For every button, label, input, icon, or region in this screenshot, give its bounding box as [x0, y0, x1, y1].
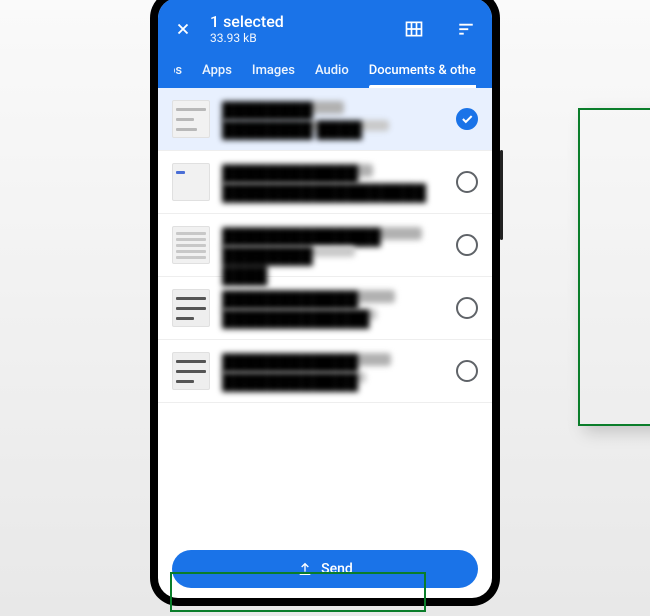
app-header: 1 selected 33.93 kB os Apps: [158, 0, 492, 88]
sort-icon[interactable]: [456, 19, 476, 39]
file-thumbnail: [172, 100, 210, 138]
file-name: ████████: [222, 101, 344, 114]
file-thumbnail: [172, 289, 210, 327]
tab-apps[interactable]: Apps: [202, 63, 232, 88]
annotation-highlight-checkboxes: [578, 108, 650, 426]
file-thumbnail: [172, 163, 210, 201]
upload-icon: [297, 561, 313, 577]
tab-documents[interactable]: Documents & other: [369, 63, 476, 88]
list-item[interactable]: ████████████ ████████████: [158, 340, 492, 403]
tab-images[interactable]: Images: [252, 63, 295, 88]
selected-size: 33.93 kB: [210, 31, 284, 45]
file-thumbnail: [172, 352, 210, 390]
file-meta: ████████ ████████ ████: [222, 101, 444, 137]
file-detail: ████████████: [222, 372, 366, 383]
grid-view-icon[interactable]: [404, 19, 424, 39]
list-item[interactable]: ██████████████ ████████ ████: [158, 214, 492, 277]
select-checkbox[interactable]: [456, 297, 478, 319]
file-name: ██████████████: [222, 227, 422, 240]
select-checkbox[interactable]: [456, 108, 478, 130]
send-button[interactable]: Send: [172, 550, 478, 588]
list-item[interactable]: ████████████ ██████████████████: [158, 151, 492, 214]
file-name: ████████████: [222, 164, 373, 177]
file-meta: ████████████ █████████████: [222, 290, 444, 326]
file-name: ████████████: [222, 353, 391, 366]
list-item[interactable]: ████████████ █████████████: [158, 277, 492, 340]
send-label: Send: [321, 561, 353, 577]
tab-audio[interactable]: Audio: [315, 63, 349, 88]
select-checkbox[interactable]: [456, 171, 478, 193]
file-meta: ██████████████ ████████ ████: [222, 227, 444, 263]
select-checkbox[interactable]: [456, 234, 478, 256]
file-detail: ██████████████████: [222, 183, 417, 194]
selection-summary: 1 selected 33.93 kB: [210, 12, 284, 45]
tab-partial[interactable]: os: [174, 63, 182, 88]
file-detail: ████████ ████: [222, 120, 389, 131]
file-meta: ████████████ ██████████████████: [222, 164, 444, 200]
selected-count: 1 selected: [210, 12, 284, 31]
file-detail: ████████ ████: [222, 246, 355, 257]
select-checkbox[interactable]: [456, 360, 478, 382]
close-icon[interactable]: [174, 20, 192, 38]
list-item[interactable]: ████████ ████████ ████: [158, 88, 492, 151]
file-thumbnail: [172, 226, 210, 264]
category-tabs: os Apps Images Audio Documents & other: [174, 45, 476, 88]
file-list: ████████ ████████ ████ ████████████ ████…: [158, 88, 492, 544]
file-detail: █████████████: [222, 309, 377, 320]
file-meta: ████████████ ████████████: [222, 353, 444, 389]
file-name: ████████████: [222, 290, 395, 303]
